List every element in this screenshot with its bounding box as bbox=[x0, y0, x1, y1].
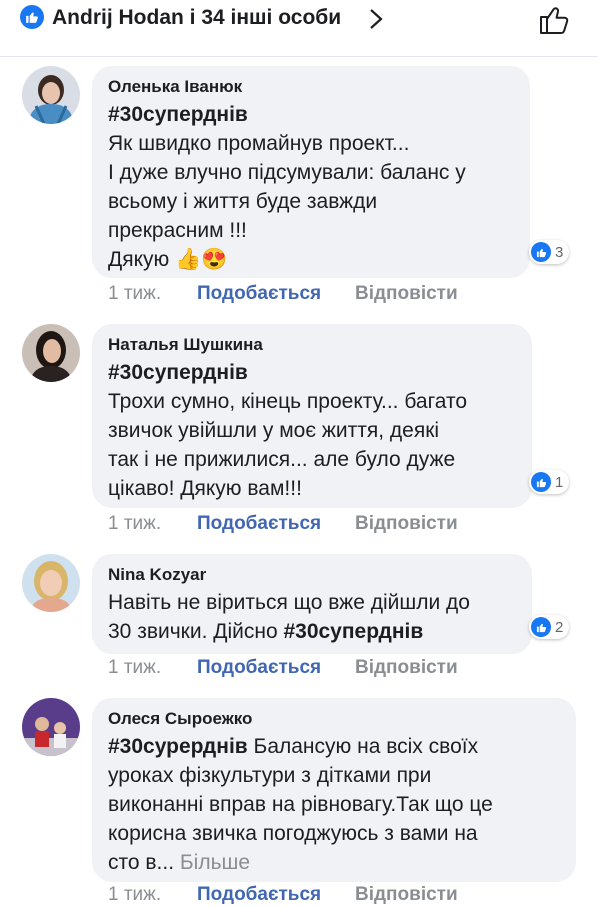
comment-time[interactable]: 1 тиж. bbox=[108, 657, 197, 679]
comment-author[interactable]: Оленька Іванюк bbox=[108, 76, 514, 98]
comment-line: Дякую 👍😍 bbox=[108, 248, 228, 271]
reply-button[interactable]: Відповісти bbox=[355, 884, 458, 906]
comment-line: прекрасним !!! bbox=[108, 219, 247, 242]
reply-button[interactable]: Відповісти bbox=[355, 283, 458, 305]
reaction-count-value: 1 bbox=[555, 473, 564, 491]
reaction-count[interactable]: 2 bbox=[529, 615, 570, 639]
comment-line: Навіть не віриться що вже дійшли до bbox=[108, 591, 470, 614]
comment-line: Трохи сумно, кінець проекту... багато bbox=[108, 390, 468, 413]
comment-text: #30сурерднів Балансую на всіх своїх урок… bbox=[108, 732, 560, 877]
reaction-count[interactable]: 3 bbox=[529, 240, 570, 264]
comment-line: уроках фізкультури з дітками при bbox=[108, 764, 432, 787]
reply-button[interactable]: Відповісти bbox=[355, 513, 458, 535]
like-button[interactable]: Подобається bbox=[197, 283, 355, 305]
reaction-count-value: 2 bbox=[555, 618, 564, 636]
comment-line: цікаво! Дякую вам!!! bbox=[108, 477, 302, 500]
comment-time[interactable]: 1 тиж. bbox=[108, 884, 197, 906]
hashtag-link[interactable]: #30суперднів bbox=[108, 103, 248, 126]
hashtag-link[interactable]: #30суперднів bbox=[283, 620, 423, 643]
comment-line: сто в... bbox=[108, 851, 180, 874]
comment-bubble: Nina Kozyar Навіть не віриться що вже ді… bbox=[92, 554, 532, 654]
see-more-link[interactable]: Більше bbox=[180, 851, 250, 874]
comment-bubble: Олеся Сыроежко #30сурерднів Балансую на … bbox=[92, 698, 576, 882]
comment-line: 30 звички. Дійсно bbox=[108, 620, 284, 643]
comment-author[interactable]: Олеся Сыроежко bbox=[108, 708, 560, 730]
reply-button[interactable]: Відповісти bbox=[355, 657, 458, 679]
comment-text: #30суперднів Трохи сумно, кінець проекту… bbox=[108, 358, 516, 503]
like-button[interactable]: Подобається bbox=[197, 513, 355, 535]
comment-text: Навіть не віриться що вже дійшли до 30 з… bbox=[108, 588, 516, 646]
comment-bubble: Оленька Іванюк #30суперднів Як швидко пр… bbox=[92, 66, 530, 278]
comment-bubble: Наталья Шушкина #30суперднів Трохи сумно… bbox=[92, 324, 532, 508]
like-button[interactable]: Подобається bbox=[197, 884, 355, 906]
avatar[interactable] bbox=[22, 554, 80, 612]
reactors-text[interactable]: Andrij Hodan і 34 інші особи bbox=[52, 5, 341, 31]
comment-line: І дуже влучно підсумували: баланс у bbox=[108, 161, 466, 184]
comment-actions: 1 тиж. Подобається Відповісти bbox=[108, 657, 458, 679]
like-icon bbox=[531, 472, 551, 492]
like-icon bbox=[531, 617, 551, 637]
comment-time[interactable]: 1 тиж. bbox=[108, 283, 197, 305]
avatar[interactable] bbox=[22, 698, 80, 756]
comment-line: звичок увійшли у моє життя, деякі bbox=[108, 419, 440, 442]
comment-author[interactable]: Nina Kozyar bbox=[108, 564, 516, 586]
like-icon bbox=[20, 5, 44, 29]
comment-author[interactable]: Наталья Шушкина bbox=[108, 334, 516, 356]
hashtag-link[interactable]: #30суперднів bbox=[108, 361, 248, 384]
comment-line: Як швидко промайнув проект... bbox=[108, 132, 410, 155]
comment-line: Балансую на всіх своїх bbox=[247, 735, 479, 758]
comment-line: всьому і життя буде завжди bbox=[108, 190, 378, 213]
avatar[interactable] bbox=[22, 324, 80, 382]
avatar[interactable] bbox=[22, 66, 80, 124]
like-icon bbox=[531, 242, 551, 262]
reactions-summary-bar[interactable]: Andrij Hodan і 34 інші особи bbox=[0, 0, 598, 57]
comment-line: корисна звичка погоджуюсь з вами на bbox=[108, 822, 478, 845]
chevron-right-icon[interactable] bbox=[368, 8, 384, 30]
hashtag-link[interactable]: #30сурерднів bbox=[108, 735, 248, 758]
like-button[interactable]: Подобається bbox=[197, 657, 355, 679]
comment-time[interactable]: 1 тиж. bbox=[108, 513, 197, 535]
reaction-count-value: 3 bbox=[555, 243, 564, 261]
reaction-count[interactable]: 1 bbox=[529, 470, 570, 494]
comment-line: так і не прижилися... але було дуже bbox=[108, 448, 456, 471]
comment-actions: 1 тиж. Подобається Відповісти bbox=[108, 513, 458, 535]
comment-actions: 1 тиж. Подобається Відповісти bbox=[108, 884, 458, 906]
comment-actions: 1 тиж. Подобається Відповісти bbox=[108, 283, 458, 305]
comment-text: #30суперднів Як швидко промайнув проект.… bbox=[108, 100, 514, 274]
comment-line: виконанні вправ на рівновагу.Так що це bbox=[108, 793, 493, 816]
like-outline-icon[interactable] bbox=[537, 3, 571, 37]
